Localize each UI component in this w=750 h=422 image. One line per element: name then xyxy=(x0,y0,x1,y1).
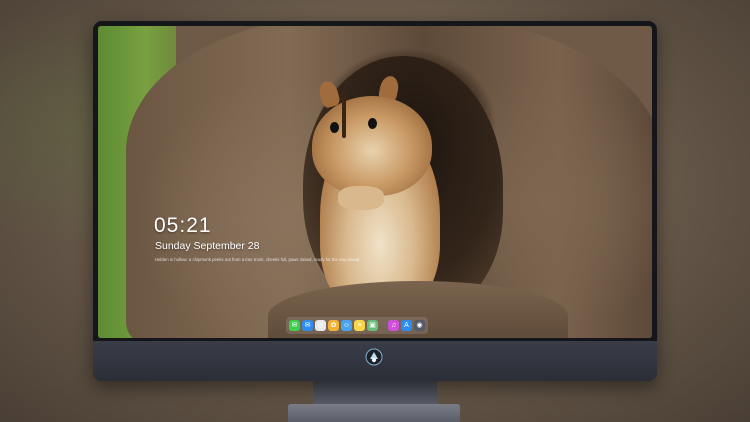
wallpaper-chipmunk-eye xyxy=(368,118,377,129)
wallpaper-chipmunk-paws xyxy=(338,186,384,210)
app-store-icon[interactable]: A xyxy=(401,320,412,331)
itunes-icon[interactable]: ♫ xyxy=(388,320,399,331)
lock-clock: 05:21 xyxy=(154,214,212,237)
monitor-stand-base xyxy=(288,404,460,422)
wallpaper-chipmunk-eye xyxy=(330,122,339,133)
wallpaper-chipmunk-head xyxy=(312,96,432,196)
screenshot-icon[interactable]: ◉ xyxy=(414,320,425,331)
safari-icon[interactable]: ◎ xyxy=(315,320,326,331)
wallpaper-chipmunk-stripe xyxy=(342,92,346,138)
monitor: 05:21 Sunday September 28 Hidden in holl… xyxy=(93,21,657,381)
dock-separator xyxy=(380,320,386,331)
lock-screen[interactable]: 05:21 Sunday September 28 Hidden in holl… xyxy=(98,26,652,338)
finder-icon[interactable]: ☺ xyxy=(341,320,352,331)
notes-icon[interactable]: ≡ xyxy=(354,320,365,331)
lock-date: Sunday September 28 xyxy=(155,240,260,252)
photos-icon[interactable]: ✿ xyxy=(328,320,339,331)
wallpaper-caption: Hidden in hollow: a chipmunk peeks out f… xyxy=(155,257,360,262)
messages-icon[interactable]: ✉ xyxy=(289,320,300,331)
preview-icon[interactable]: ▣ xyxy=(367,320,378,331)
mail-icon[interactable]: ✉ xyxy=(302,320,313,331)
brand-logo-icon xyxy=(365,348,383,366)
dock: ✉ ✉ ◎ ✿ ☺ ≡ ▣ ♫ A ◉ xyxy=(286,317,428,334)
